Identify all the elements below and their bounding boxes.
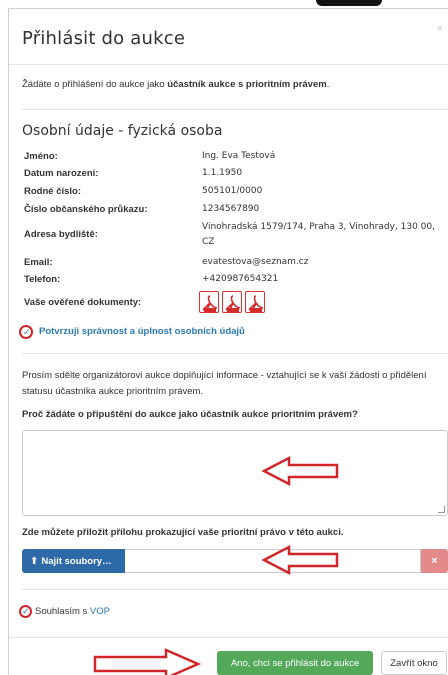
documents-label: Vaše ověřené dokumenty: (24, 297, 142, 308)
checkmark-icon: ✓ (22, 606, 30, 616)
screen-notch (316, 0, 382, 6)
terms-checkbox[interactable]: ✓ (19, 605, 32, 618)
annotation-arrow-icon (261, 455, 339, 487)
field-value: 505101/0000 (202, 186, 263, 196)
remove-files-button[interactable]: × (421, 549, 448, 573)
field-value: 1234567890 (202, 204, 260, 214)
field-label: Datum narození: (24, 168, 99, 179)
divider (22, 109, 448, 110)
field-label: Telefon: (24, 274, 61, 285)
confirm-label[interactable]: Potvrzuji správnost a úplnost osobních ú… (39, 326, 245, 337)
resize-handle-icon[interactable] (438, 506, 445, 513)
checkmark-icon: ✓ (23, 327, 31, 337)
pdf-document-icon[interactable] (199, 291, 219, 313)
field-label: Jméno: (24, 151, 58, 162)
confirm-signup-button[interactable]: Ano, chci se přihlásit do aukce (217, 651, 373, 675)
divider (22, 353, 448, 354)
terms-link[interactable]: VOP (90, 606, 110, 617)
field-value: evatestova@seznam.cz (202, 257, 309, 267)
divider (22, 589, 448, 590)
field-label: Číslo občanského průkazu: (24, 204, 148, 215)
terms-label: Souhlasím s VOP (35, 606, 110, 617)
field-label: Rodné číslo: (24, 186, 82, 197)
field-label: Adresa bydliště: (24, 229, 98, 240)
field-value: Ing. Eva Testová (202, 151, 276, 161)
request-info-text: Prosím sdělte organizátorovi aukce doplň… (22, 370, 427, 397)
personal-section-title: Osobní údaje - fyzická osoba (22, 123, 223, 139)
footer-divider (9, 637, 448, 638)
auction-signup-dialog: Přihlásit do aukce × Žádáte o přihlášení… (8, 8, 448, 675)
intro-text: Žádáte o přihlášení do aukce jako účastn… (22, 79, 329, 90)
intro-role: účastník aukce s prioritním právem (167, 79, 327, 90)
find-files-label: Najít soubory… (41, 555, 112, 567)
field-label: Email: (24, 257, 53, 268)
field-value: Vinohradská 1579/174, Praha 3, Vinohrady… (202, 222, 435, 247)
pdf-document-icon[interactable] (222, 291, 242, 313)
terms-prefix: Souhlasím s (35, 606, 90, 617)
dialog-header: Přihlásit do aukce × (9, 9, 448, 65)
upload-icon: ⬆ (30, 555, 39, 567)
intro-prefix: Žádáte o přihlášení do aukce jako (22, 79, 168, 90)
confirm-checkbox[interactable]: ✓ (19, 325, 33, 339)
annotation-arrow-icon (93, 648, 202, 675)
find-files-button[interactable]: ⬆ Najít soubory… (22, 549, 125, 573)
field-value: +420987654321 (202, 274, 279, 284)
screen-top-bar (0, 0, 448, 8)
reason-question: Proč žádáte o připuštění do aukce jako ú… (22, 409, 358, 420)
attachment-label: Zde můžete přiložit přílohu prokazující … (22, 527, 344, 538)
close-window-button[interactable]: Zavřít okno (381, 651, 447, 675)
reason-textarea[interactable] (22, 430, 448, 516)
pdf-document-icon[interactable] (245, 291, 265, 313)
intro-suffix: . (326, 79, 330, 90)
annotation-arrow-icon (261, 544, 339, 576)
dialog-title: Přihlásit do aukce (22, 28, 186, 49)
field-value: 1.1.1950 (202, 168, 243, 178)
close-icon[interactable]: × (437, 23, 443, 35)
